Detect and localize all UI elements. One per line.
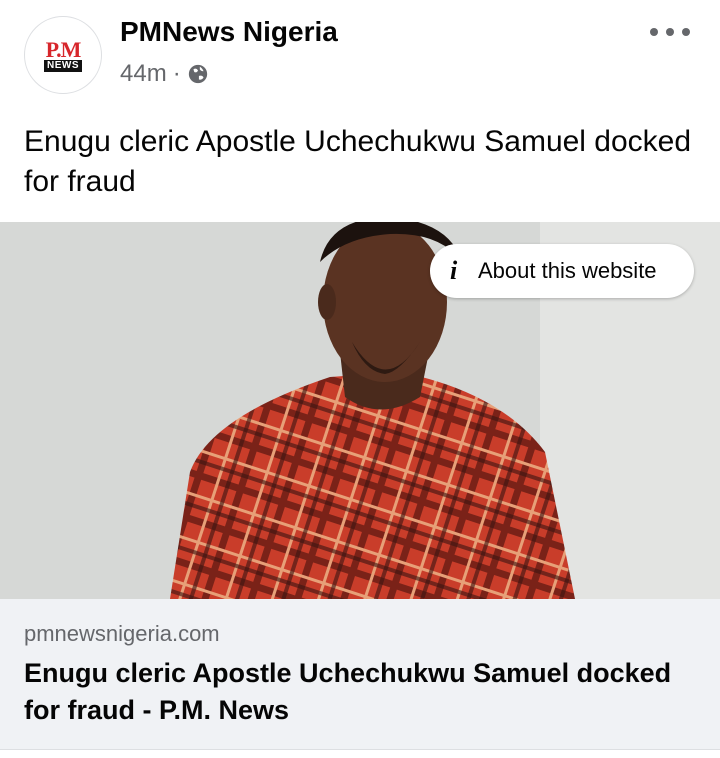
link-title: Enugu cleric Apostle Uchechukwu Samuel d… <box>24 658 672 725</box>
about-website-label: About this website <box>478 258 657 283</box>
page-avatar[interactable]: P.M NEWS <box>24 16 102 94</box>
more-options-icon[interactable] <box>650 22 690 42</box>
logo-top-text: P.M <box>45 36 82 62</box>
about-this-website-button[interactable]: i About this website <box>430 244 694 298</box>
meta-separator: · <box>172 60 181 87</box>
post-meta: 44m · <box>120 60 209 88</box>
pmnews-logo: P.M NEWS <box>44 36 82 72</box>
globe-icon <box>188 64 207 84</box>
post-text: Enugu cleric Apostle Uchechukwu Samuel d… <box>24 125 692 198</box>
page-name-link[interactable]: PMNews Nigeria <box>120 16 338 48</box>
link-domain: pmnewsnigeria.com <box>24 621 220 646</box>
info-icon: i <box>450 256 458 285</box>
post-timestamp[interactable]: 44m <box>120 60 167 88</box>
logo-bottom-text: NEWS <box>44 59 82 72</box>
more-dot <box>650 28 658 36</box>
more-dot <box>682 28 690 36</box>
post-header: P.M NEWS PMNews Nigeria 44m · <box>0 0 720 110</box>
more-dot <box>666 28 674 36</box>
link-preview-card[interactable]: pmnewsnigeria.com Enugu cleric Apostle U… <box>0 599 720 749</box>
